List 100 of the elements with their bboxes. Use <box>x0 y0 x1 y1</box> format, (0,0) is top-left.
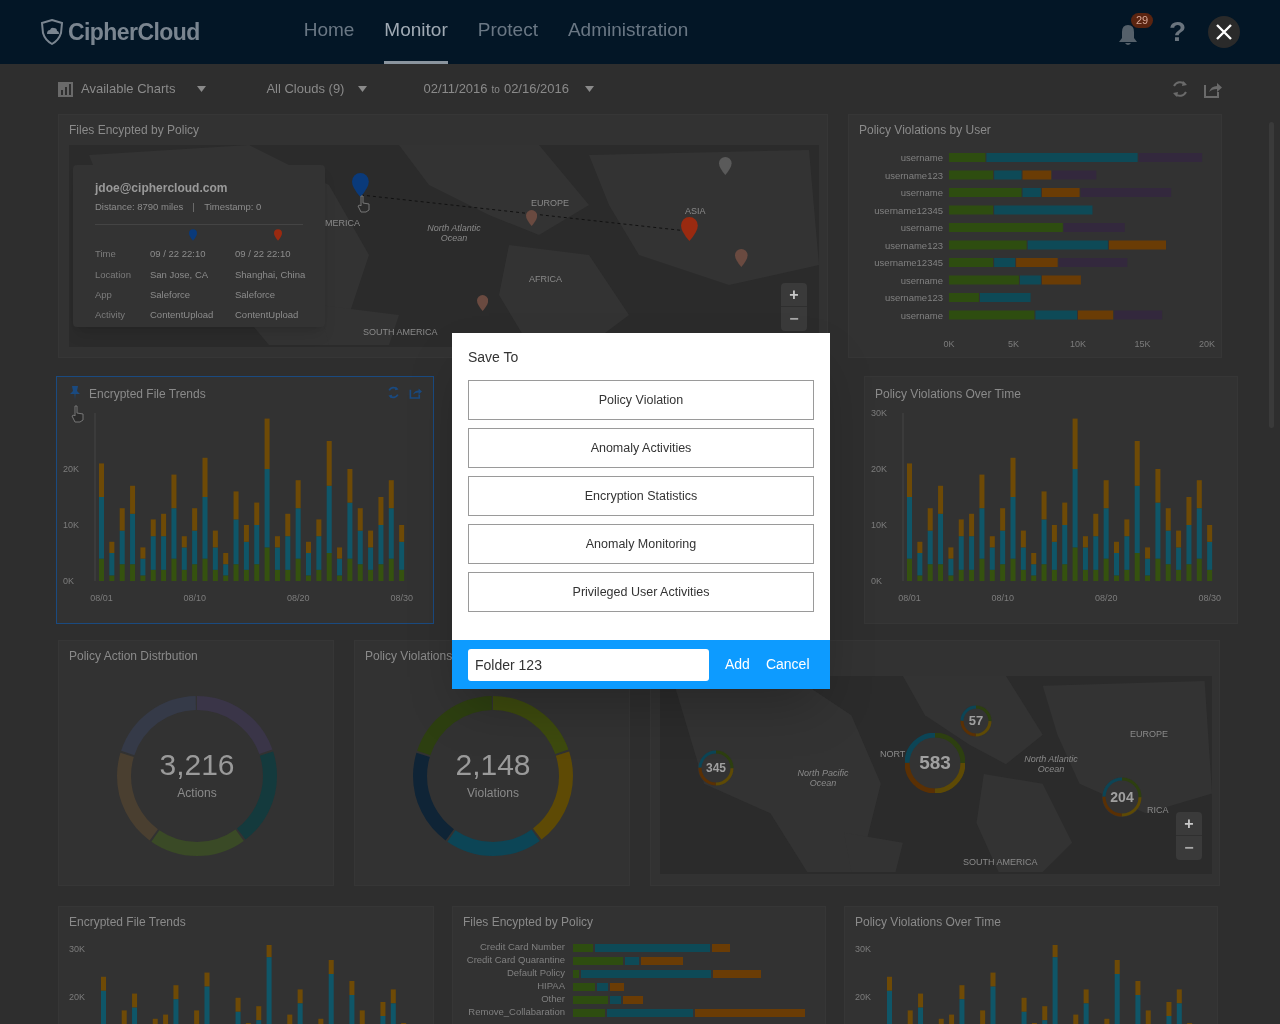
axis-tick-label: 0K <box>943 339 955 349</box>
axis-tick-label: 30K <box>855 943 871 956</box>
map-label: North Atlantic Ocean <box>426 223 482 243</box>
card-title: Policy Violations by User <box>859 122 991 139</box>
axis-tick-label: 10K <box>63 520 79 530</box>
origin-value: San Jose, CA <box>150 267 210 282</box>
help-button[interactable]: ? <box>1168 18 1186 46</box>
category-label: username <box>900 187 943 198</box>
nav-tab[interactable]: Protect <box>477 0 538 64</box>
axis-tick-label: 15K <box>1134 339 1151 349</box>
card-title: Policy Violations Over Time <box>875 386 1021 403</box>
axis-tick-label: 30K <box>69 943 85 956</box>
category-label: username12345 <box>874 204 943 216</box>
bar-segment <box>1114 310 1163 320</box>
total-value: 3,216 <box>159 750 235 780</box>
hand-cursor-icon <box>71 405 85 423</box>
destination-value: ContentUpload <box>235 308 300 322</box>
axis-tick-label: 20K <box>1199 339 1215 349</box>
refresh-icon[interactable] <box>1171 80 1189 98</box>
category-label: Remove_Collabaration <box>467 1005 566 1020</box>
zoom-out-button[interactable]: − <box>781 307 807 331</box>
axis-tick-label: 30K <box>871 408 887 418</box>
map-pin-icon <box>526 210 538 226</box>
share-icon[interactable] <box>1203 80 1222 98</box>
folder-option-button[interactable]: Privileged User Activities <box>468 572 814 612</box>
total-caption: Actions <box>177 785 217 802</box>
cancel-button[interactable]: Cancel <box>765 654 810 675</box>
axis-tick-label: 08/30 <box>390 593 413 603</box>
folder-option-button[interactable]: Anomaly Activities <box>468 428 814 468</box>
share-icon[interactable] <box>409 386 422 399</box>
bell-icon[interactable] <box>1116 23 1139 47</box>
refresh-icon[interactable] <box>387 386 400 399</box>
map-pin-icon <box>477 295 489 311</box>
timestamp-text: Timestamp: 0 <box>204 200 262 214</box>
map-label: ASIA <box>685 205 706 218</box>
category-label: Credit Card Number <box>479 940 566 955</box>
date-range-dropdown[interactable]: 02/11/2016 to 02/16/2016 <box>423 79 594 99</box>
bar-segment <box>1078 310 1114 320</box>
nav-tab[interactable]: Administration <box>567 0 689 64</box>
nav-tab[interactable]: Home <box>303 0 355 64</box>
category-label: username <box>900 309 943 321</box>
row-label: App <box>95 287 113 302</box>
card-title: Policy Action Distrbution <box>69 648 198 665</box>
destination-value: 09 / 22 22:10 <box>235 247 292 262</box>
card-title: Policy Violations Over Time <box>855 914 1001 931</box>
total-value: 2,148 <box>455 750 531 780</box>
map-label: SOUTH AMERICA <box>363 326 438 339</box>
available-charts-dropdown[interactable]: Available Charts <box>58 79 207 99</box>
total-caption: Violations <box>467 785 519 802</box>
category-label: Other <box>540 992 566 1007</box>
map-label: North Atlantic Ocean <box>1023 754 1079 774</box>
bar-drawing <box>573 982 624 991</box>
notification-badge: 29 <box>1130 13 1154 28</box>
axis-tick-label: 5K <box>1008 339 1019 349</box>
bar-drawing <box>573 995 643 1004</box>
map-label: EUROPE <box>1130 728 1168 741</box>
zoom-in-button[interactable]: + <box>781 283 807 307</box>
map-pin-icon <box>273 229 282 242</box>
axis-tick-label: 08/10 <box>183 593 206 603</box>
origin-value: Saleforce <box>150 287 192 302</box>
user-email: jdoe@ciphercloud.com <box>95 180 229 197</box>
row-label: Activity <box>95 308 127 322</box>
shield-cloud-icon <box>40 19 64 45</box>
category-label: username <box>900 222 943 233</box>
caret-down-icon <box>585 86 594 92</box>
axis-tick-label: 08/20 <box>1094 593 1118 603</box>
map-pin-icon <box>719 157 732 175</box>
row-label: Location <box>95 267 132 282</box>
axis-tick-label: 20K <box>69 991 85 1004</box>
axis-tick-label: 08/01 <box>90 593 113 603</box>
card-title: Encrypted File Trends <box>69 914 186 931</box>
map-pin-icon <box>681 217 698 241</box>
row-label: Time <box>95 247 117 262</box>
category-label: Credit Card Quarantine <box>465 953 566 968</box>
card-title: Encrypted File Trends <box>89 386 206 403</box>
destination-value: Shanghai, China <box>235 267 307 282</box>
clouds-dropdown[interactable]: All Clouds (9) <box>266 79 368 99</box>
close-button[interactable] <box>1208 16 1240 48</box>
folder-option-button[interactable]: Policy Violation <box>468 380 814 420</box>
category-label: Default Policy <box>505 966 566 981</box>
hand-cursor-icon <box>357 195 371 213</box>
add-button[interactable]: Add <box>725 654 750 675</box>
map-label: RICA <box>1147 804 1169 817</box>
folder-option-button[interactable]: Encryption Statistics <box>468 476 814 516</box>
card-title: Files Encypted by Policy <box>69 122 200 139</box>
axis-tick-label: 20K <box>855 991 871 1004</box>
dialog-title: Save To <box>467 348 520 367</box>
folder-option-button[interactable]: Anomaly Monitoring <box>468 524 814 564</box>
map-pin-icon <box>188 229 197 242</box>
zoom-in-button[interactable]: + <box>1176 812 1202 836</box>
caret-down-icon <box>358 86 368 92</box>
map-label: North Pacific Ocean <box>796 768 850 788</box>
zoom-out-button[interactable]: − <box>1176 836 1202 860</box>
map-label: AFRICA <box>529 273 562 286</box>
destination-value: Saleforce <box>235 287 277 302</box>
folder-name-field[interactable]: Folder 123 <box>468 648 709 681</box>
bar-chart-icon <box>58 81 73 97</box>
logo-text: CipherCloud <box>68 17 200 47</box>
nav-tab[interactable]: Monitor <box>384 0 448 64</box>
axis-tick-label: 08/20 <box>286 593 310 603</box>
